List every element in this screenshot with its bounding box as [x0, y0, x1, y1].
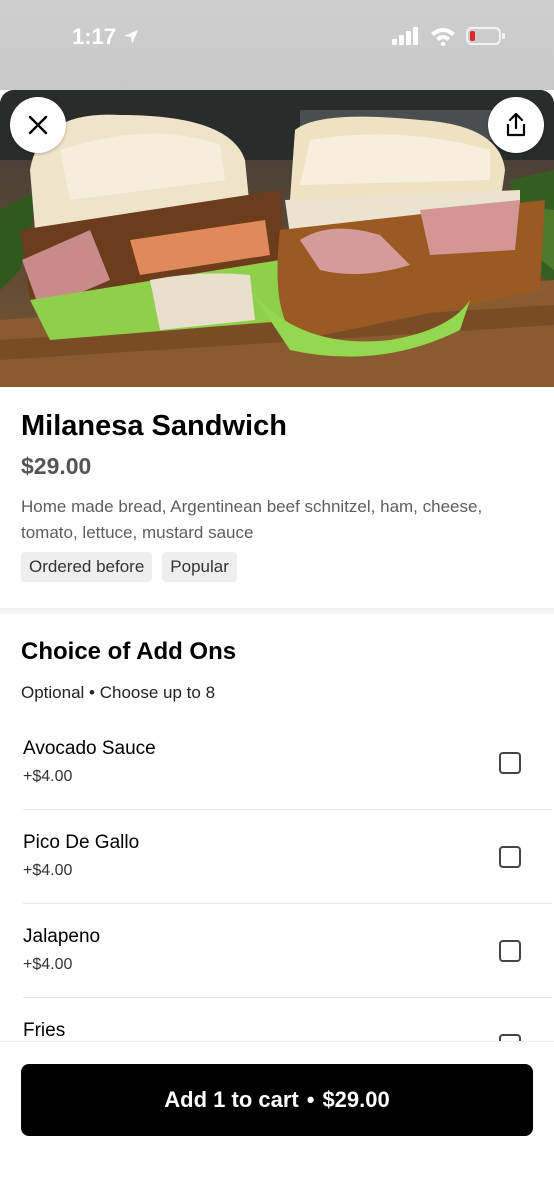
addon-checkbox[interactable] [499, 940, 521, 962]
addon-option-jalapeno[interactable]: Jalapeno +$4.00 [23, 904, 552, 998]
addons-title: Choice of Add Ons [21, 638, 237, 665]
share-button[interactable] [488, 97, 544, 153]
location-arrow-icon [124, 30, 139, 44]
tag-ordered-before: Ordered before [21, 552, 153, 582]
item-title: Milanesa Sandwich [21, 410, 287, 442]
cart-separator: • [306, 1087, 315, 1112]
cart-label: Add 1 to cart [164, 1087, 299, 1112]
section-divider [0, 608, 554, 614]
status-time: 1:17 [72, 24, 140, 50]
status-bar: 1:17 [0, 0, 554, 90]
addon-name: Avocado Sauce [23, 738, 156, 759]
cart-price: $29.00 [322, 1087, 390, 1112]
item-price: $29.00 [21, 453, 92, 479]
sandwich-photo [0, 90, 554, 387]
addon-price: +$4.00 [23, 768, 73, 785]
battery-icon [466, 27, 505, 45]
addon-checkbox[interactable] [499, 846, 521, 868]
add-to-cart-button[interactable]: Add 1 to cart • $29.00 [21, 1064, 533, 1136]
item-photo [0, 90, 554, 387]
addon-price: +$4.00 [23, 956, 73, 973]
item-description: Home made bread, Argentinean beef schnit… [21, 497, 483, 542]
addon-name: Jalapeno [23, 926, 101, 947]
wifi-icon [431, 28, 455, 46]
addon-price: +$4.00 [23, 862, 73, 879]
addons-subtitle: Optional • Choose up to 8 [21, 683, 216, 702]
addons-list: Avocado Sauce +$4.00 Pico De Gallo +$4.0… [23, 716, 552, 1042]
addon-option-fries[interactable]: Fries [23, 998, 552, 1042]
item-tags: Ordered before Popular [21, 552, 237, 582]
addon-name: Pico De Gallo [23, 832, 140, 853]
time-text: 1:17 [72, 24, 117, 49]
addon-checkbox[interactable] [499, 752, 521, 774]
addon-name: Fries [23, 1020, 66, 1041]
signal-icon [392, 27, 418, 45]
share-icon [506, 112, 526, 137]
tag-popular: Popular [162, 552, 237, 582]
addon-option-avocado-sauce[interactable]: Avocado Sauce +$4.00 [23, 716, 552, 810]
close-button[interactable] [10, 97, 66, 153]
close-icon [28, 115, 48, 135]
status-indicators [392, 26, 506, 46]
addon-option-pico-de-gallo[interactable]: Pico De Gallo +$4.00 [23, 810, 552, 904]
footer: Add 1 to cart • $29.00 [0, 1041, 554, 1201]
